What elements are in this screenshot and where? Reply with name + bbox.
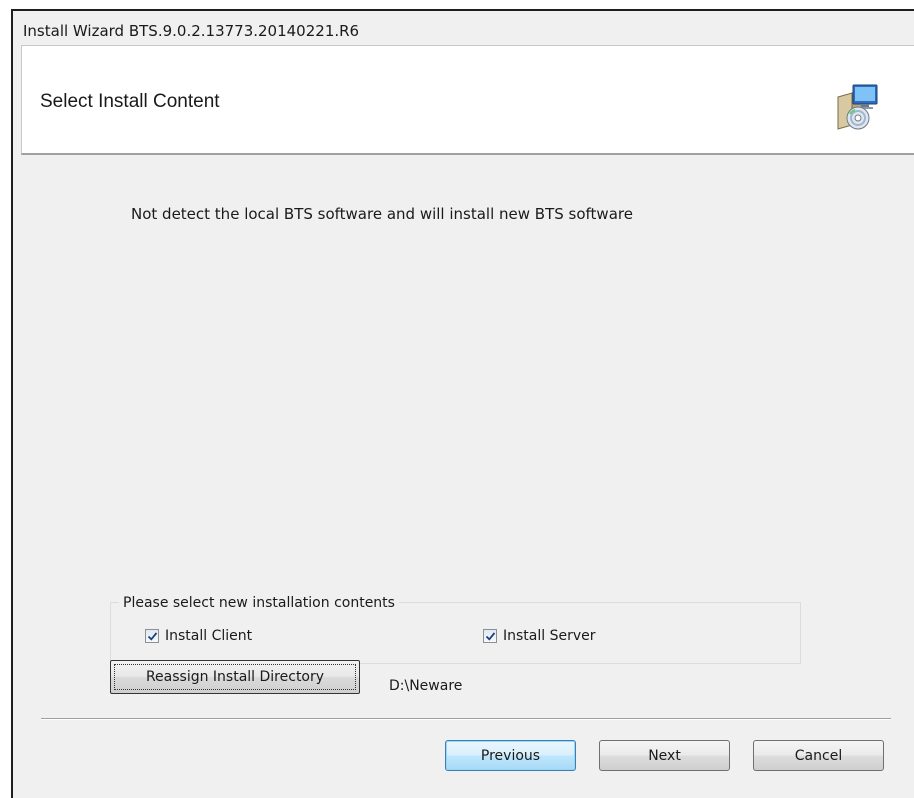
checkbox-checked-icon[interactable] (483, 629, 497, 643)
install-client-label: Install Client (165, 628, 253, 644)
title-bar[interactable]: Install Wizard BTS.9.0.2.13773.20140221.… (13, 11, 914, 47)
install-contents-group-label: Please select new installation contents (119, 595, 399, 611)
previous-button[interactable]: Previous (445, 740, 576, 771)
install-info-text: Not detect the local BTS software and wi… (131, 205, 633, 223)
install-directory-path: D:\Neware (389, 678, 463, 694)
install-client-checkbox[interactable]: Install Client (145, 627, 252, 645)
checkbox-checked-icon[interactable] (145, 629, 159, 643)
installer-window: Install Wizard BTS.9.0.2.13773.20140221.… (11, 9, 914, 798)
footer-separator (41, 718, 891, 720)
next-button[interactable]: Next (599, 740, 730, 771)
reassign-install-directory-button[interactable]: Reassign Install Directory (110, 660, 360, 694)
install-server-label: Install Server (503, 628, 596, 644)
installer-computer-cd-icon (836, 83, 880, 133)
wizard-header: Select Install Content (21, 45, 914, 155)
cancel-button[interactable]: Cancel (753, 740, 884, 771)
page-title: Select Install Content (40, 91, 220, 112)
install-server-checkbox[interactable]: Install Server (483, 627, 596, 645)
window-title: Install Wizard BTS.9.0.2.13773.20140221.… (23, 22, 360, 40)
